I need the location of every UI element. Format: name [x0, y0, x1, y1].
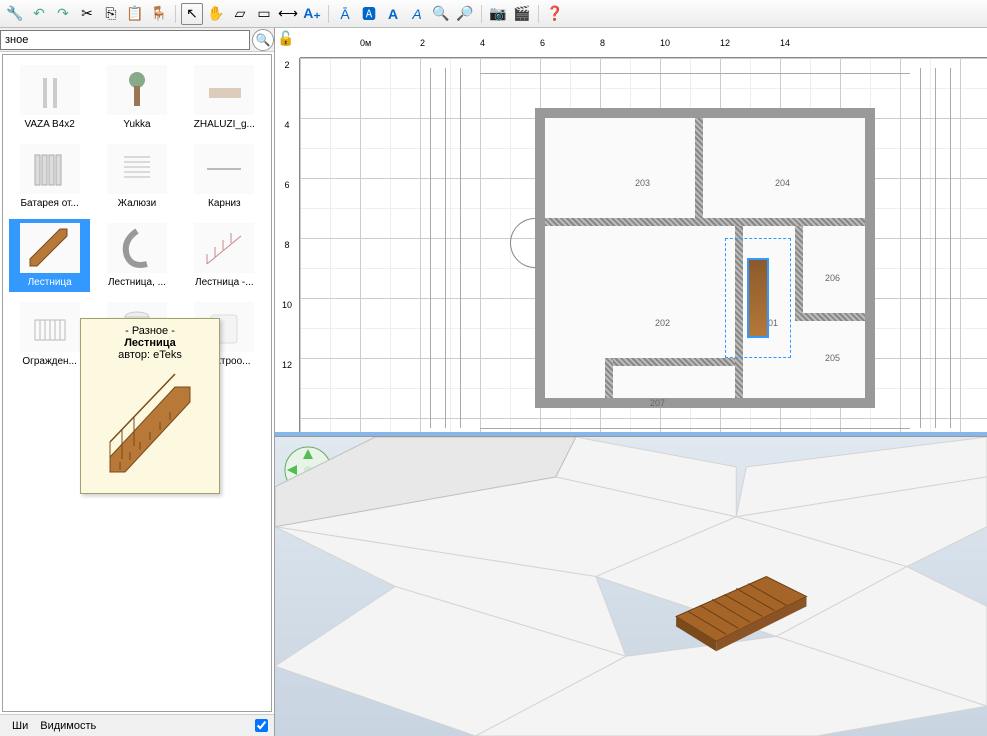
- catalog-label: VAZA B4x2: [24, 119, 74, 130]
- catalog-label: Карниз: [208, 198, 241, 209]
- catalog-item-cornice[interactable]: Карниз: [184, 140, 265, 213]
- catalog-item-staircase2[interactable]: Лестница, ...: [96, 219, 177, 292]
- yukka-icon: [107, 65, 167, 115]
- cut-icon[interactable]: ✂: [76, 3, 98, 25]
- catalog-item-fence[interactable]: Огражден...: [9, 298, 90, 371]
- search-icon[interactable]: 🔍: [252, 29, 274, 51]
- ruler-mark: 8: [600, 38, 660, 57]
- separator: [328, 5, 329, 23]
- zhaluzi-icon: [194, 65, 254, 115]
- room-label-203: 203: [635, 178, 650, 188]
- ruler-mark: 0м: [360, 38, 420, 57]
- room-label-202: 202: [655, 318, 670, 328]
- tooltip-name: Лестница: [87, 337, 213, 349]
- staircase-plan[interactable]: [747, 258, 769, 338]
- visibility-checkbox[interactable]: [255, 719, 268, 732]
- view-3d[interactable]: [275, 436, 987, 736]
- catalog-label: ZHALUZI_g...: [194, 119, 255, 130]
- ruler-mark: 12: [720, 38, 780, 57]
- item-tooltip: - Разное - Лестница автор: eTeks: [80, 318, 220, 494]
- separator: [481, 5, 482, 23]
- ruler-mark: 6: [540, 38, 600, 57]
- separator: [175, 5, 176, 23]
- lock-icon[interactable]: 🔓: [277, 30, 294, 47]
- catalog-item-yukka[interactable]: Yukka: [96, 61, 177, 134]
- ruler-mark: 8: [275, 238, 299, 298]
- text-italic-icon[interactable]: A: [406, 3, 428, 25]
- text-inc-icon[interactable]: Ā: [334, 3, 356, 25]
- room-label-206: 206: [825, 273, 840, 283]
- floorplan: 203204206201202205207: [500, 78, 910, 418]
- zoom-out-icon[interactable]: 🔍: [430, 3, 452, 25]
- create-text-icon[interactable]: A₊: [301, 3, 323, 25]
- catalog-label: Жалюзи: [118, 198, 156, 209]
- pan-icon[interactable]: ✋: [205, 3, 227, 25]
- paste-icon[interactable]: 📋: [124, 3, 146, 25]
- main-toolbar: 🔧 ↶ ↷ ✂ ⎘ 📋 🪑 ↖ ✋ ▱ ▭ ⟷ A₊ Ā 🅰 A A 🔍 🔎 📷…: [0, 0, 987, 28]
- catalog-label: Лестница, ...: [108, 277, 166, 288]
- copy-icon[interactable]: ⎘: [100, 3, 122, 25]
- blinds-icon: [107, 144, 167, 194]
- plan-canvas[interactable]: 203204206201202205207: [300, 58, 987, 432]
- visibility-label: Видимость: [40, 720, 96, 732]
- catalog-item-vaza[interactable]: VAZA B4x2: [9, 61, 90, 134]
- fence-icon: [20, 302, 80, 352]
- ruler-mark: 2: [420, 38, 480, 57]
- battery-icon: [20, 144, 80, 194]
- horizontal-ruler: 0м2468101214: [300, 38, 987, 58]
- catalog-label: Батарея от...: [20, 198, 78, 209]
- cornice-icon: [194, 144, 254, 194]
- tooltip-preview: [87, 367, 213, 487]
- catalog-item-staircase[interactable]: Лестница: [9, 219, 90, 292]
- plan-view-2d[interactable]: 🔓 0м2468101214 24681012: [275, 28, 987, 436]
- help-icon[interactable]: ❓: [544, 3, 566, 25]
- staircase-icon: [20, 223, 80, 273]
- ruler-mark: 6: [275, 178, 299, 238]
- photo-icon[interactable]: 📷: [487, 3, 509, 25]
- create-dimensions-icon[interactable]: ⟷: [277, 3, 299, 25]
- undo-icon[interactable]: ↶: [28, 3, 50, 25]
- separator: [538, 5, 539, 23]
- ruler-mark: [300, 38, 360, 57]
- catalog-label: Лестница: [28, 277, 72, 288]
- create-walls-icon[interactable]: ▱: [229, 3, 251, 25]
- staircase2-icon: [107, 223, 167, 273]
- properties-bar: Ши Видимость: [0, 714, 274, 736]
- catalog-item-zhaluzi[interactable]: ZHALUZI_g...: [184, 61, 265, 134]
- category-bar: 🔍: [0, 28, 274, 52]
- zoom-in-icon[interactable]: 🔎: [454, 3, 476, 25]
- add-furniture-icon[interactable]: 🪑: [148, 3, 170, 25]
- catalog-label: Огражден...: [22, 356, 77, 367]
- room-label-207: 207: [650, 398, 665, 408]
- room-label-205: 205: [825, 353, 840, 363]
- video-icon[interactable]: 🎬: [511, 3, 533, 25]
- redo-icon[interactable]: ↷: [52, 3, 74, 25]
- select-icon[interactable]: ↖: [181, 3, 203, 25]
- room-label-204: 204: [775, 178, 790, 188]
- tools-icon[interactable]: 🔧: [4, 3, 26, 25]
- width-label: Ши: [12, 720, 28, 732]
- category-dropdown[interactable]: [0, 30, 250, 50]
- text-dec-icon[interactable]: 🅰: [358, 3, 380, 25]
- vaza-icon: [20, 65, 80, 115]
- vertical-ruler: 24681012: [275, 58, 300, 432]
- text-bold-icon[interactable]: A: [382, 3, 404, 25]
- ruler-mark: 4: [480, 38, 540, 57]
- catalog-item-battery[interactable]: Батарея от...: [9, 140, 90, 213]
- scene-3d: [275, 437, 987, 736]
- catalog-item-blinds[interactable]: Жалюзи: [96, 140, 177, 213]
- ruler-mark: 4: [275, 118, 299, 178]
- catalog-label: Лестница -...: [195, 277, 254, 288]
- create-rooms-icon[interactable]: ▭: [253, 3, 275, 25]
- ruler-mark: 10: [275, 298, 299, 358]
- catalog-label: Yukka: [123, 119, 150, 130]
- tooltip-category: - Разное -: [87, 325, 213, 337]
- catalog-item-staircase3[interactable]: Лестница -...: [184, 219, 265, 292]
- staircase3-icon: [194, 223, 254, 273]
- ruler-mark: 14: [780, 38, 840, 57]
- ruler-mark: 12: [275, 358, 299, 418]
- ruler-mark: 2: [275, 58, 299, 118]
- ruler-mark: 10: [660, 38, 720, 57]
